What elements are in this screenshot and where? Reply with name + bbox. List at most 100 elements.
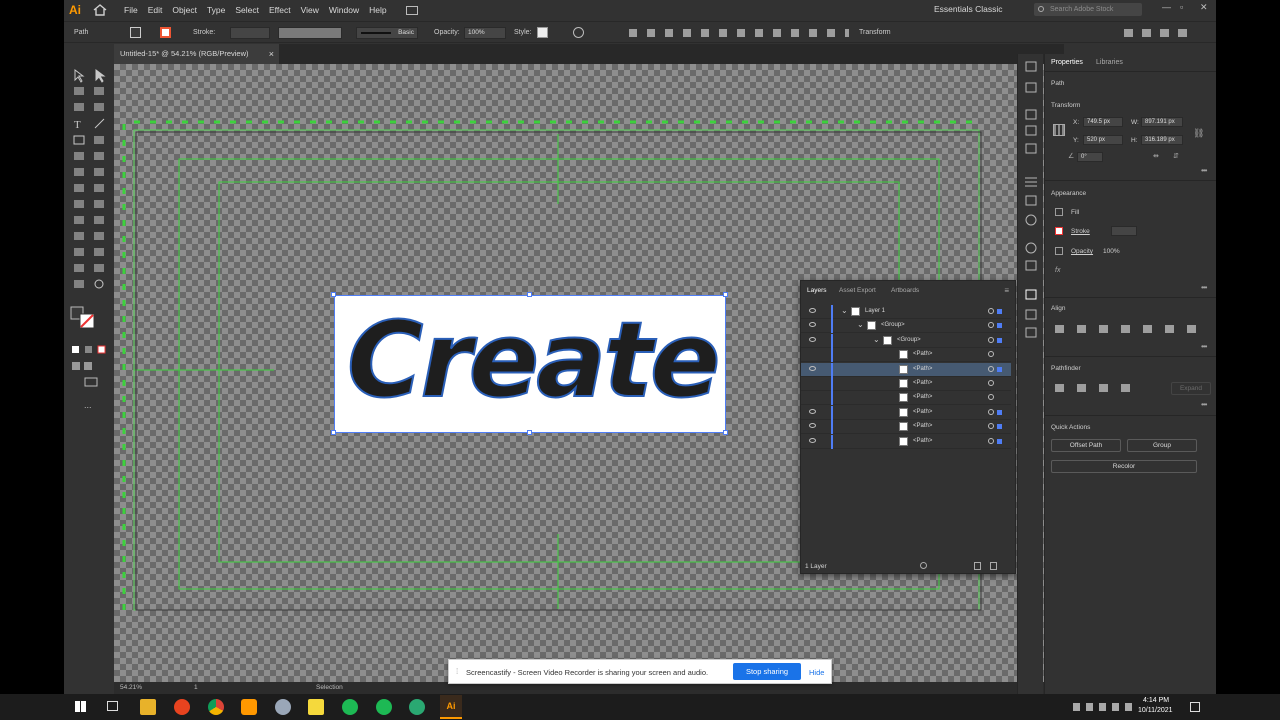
notification-icon[interactable] bbox=[1190, 702, 1200, 712]
layer-row[interactable]: <Path> bbox=[801, 405, 1011, 420]
selection-indicator[interactable] bbox=[997, 309, 1002, 314]
expand-chevron-icon[interactable]: ⌄ bbox=[841, 306, 848, 315]
tab-layers[interactable]: Layers bbox=[807, 287, 827, 294]
expand-chevron-icon[interactable]: ⌄ bbox=[857, 320, 864, 329]
close-tab-icon[interactable]: × bbox=[269, 44, 274, 64]
stroke-swatch-icon[interactable] bbox=[1055, 227, 1063, 235]
selection-indicator[interactable] bbox=[997, 323, 1002, 329]
expand-button[interactable]: Expand bbox=[1171, 382, 1211, 395]
menu-type[interactable]: Type bbox=[202, 5, 230, 15]
sublime-text-icon[interactable] bbox=[241, 699, 257, 715]
selection-indicator[interactable] bbox=[997, 337, 1002, 343]
clock-date[interactable]: 10/11/2021 bbox=[1138, 707, 1173, 714]
tab-properties[interactable]: Properties bbox=[1051, 59, 1083, 66]
visibility-eye-icon[interactable] bbox=[809, 308, 816, 313]
graphic-style-swatch[interactable] bbox=[537, 27, 548, 38]
target-circle-icon[interactable] bbox=[988, 322, 994, 329]
tab-asset-export[interactable]: Asset Export bbox=[839, 287, 876, 294]
layer-row[interactable]: ⌄ Layer 1 bbox=[801, 305, 1011, 319]
target-circle-icon[interactable] bbox=[988, 408, 994, 415]
y-field[interactable]: 520 px bbox=[1083, 135, 1123, 145]
h-field[interactable]: 316.189 px bbox=[1141, 135, 1183, 145]
more-options-icon[interactable]: ••• bbox=[1201, 400, 1207, 409]
bounding-handle[interactable] bbox=[723, 430, 728, 435]
target-circle-icon[interactable] bbox=[988, 394, 994, 401]
create-artwork-group[interactable]: Create bbox=[334, 295, 726, 433]
opacity-value[interactable]: 100% bbox=[1103, 248, 1120, 255]
align-buttons-group[interactable] bbox=[1055, 325, 1200, 333]
document-tab[interactable]: Untitled-15* @ 54.21% (RGB/Preview) × bbox=[114, 44, 279, 64]
offset-path-button[interactable]: Offset Path bbox=[1051, 439, 1121, 452]
maximize-icon[interactable]: ▫ bbox=[1180, 2, 1183, 12]
fill-swatch-icon[interactable] bbox=[1055, 208, 1063, 216]
target-circle-icon[interactable] bbox=[988, 308, 994, 314]
target-circle-icon[interactable] bbox=[988, 423, 994, 430]
windows-start-icon[interactable] bbox=[75, 701, 86, 712]
visibility-eye-icon[interactable] bbox=[809, 336, 816, 342]
recolor-button[interactable]: Recolor bbox=[1051, 460, 1197, 473]
minimize-icon[interactable]: — bbox=[1162, 2, 1171, 12]
stroke-weight-field[interactable] bbox=[1111, 226, 1137, 236]
menu-window[interactable]: Window bbox=[324, 5, 364, 15]
tools-icons[interactable]: T ... bbox=[64, 64, 114, 414]
locate-object-icon[interactable] bbox=[920, 562, 927, 569]
bounding-handle[interactable] bbox=[723, 292, 728, 297]
close-window-icon[interactable]: ✕ bbox=[1200, 2, 1208, 13]
home-icon[interactable] bbox=[93, 4, 107, 16]
stroke-weight-field[interactable] bbox=[230, 27, 270, 39]
visibility-eye-icon[interactable] bbox=[809, 423, 816, 429]
variable-width-field[interactable] bbox=[278, 27, 342, 39]
layer-row[interactable]: <Path> bbox=[801, 362, 1011, 377]
system-tray-icons[interactable] bbox=[1073, 703, 1133, 711]
stroke-label[interactable]: Stroke bbox=[1071, 228, 1090, 235]
app-icon[interactable] bbox=[275, 699, 291, 715]
more-options-icon[interactable]: ••• bbox=[1201, 342, 1207, 351]
rotation-field[interactable]: 0° bbox=[1077, 152, 1103, 162]
workspace-switcher[interactable]: Essentials Classic bbox=[934, 4, 1003, 14]
panel-menu-icon[interactable]: ≡ bbox=[1004, 286, 1009, 295]
menu-view[interactable]: View bbox=[296, 5, 324, 15]
w-field[interactable]: 897.191 px bbox=[1141, 117, 1183, 127]
clock-time[interactable]: 4:14 PM bbox=[1143, 697, 1169, 704]
brave-browser-icon[interactable] bbox=[174, 699, 190, 715]
more-options-icon[interactable]: ••• bbox=[1201, 166, 1207, 175]
bounding-handle[interactable] bbox=[527, 292, 532, 297]
layer-row[interactable]: <Path> bbox=[801, 391, 1011, 406]
opacity-label[interactable]: Opacity bbox=[1071, 248, 1093, 255]
spotify-icon[interactable] bbox=[342, 699, 358, 715]
selection-indicator[interactable] bbox=[997, 366, 1002, 372]
bounding-handle[interactable] bbox=[331, 292, 336, 297]
recolor-artwork-icon[interactable] bbox=[573, 27, 584, 38]
arrange-documents-icon[interactable] bbox=[405, 5, 418, 15]
x-field[interactable]: 749.5 px bbox=[1083, 117, 1123, 127]
target-circle-icon[interactable] bbox=[988, 380, 994, 386]
visibility-eye-icon[interactable] bbox=[809, 365, 816, 371]
search-stock-input[interactable]: Search Adobe Stock bbox=[1034, 3, 1142, 16]
bounding-handle[interactable] bbox=[331, 430, 336, 435]
zoom-level[interactable]: 54.21% bbox=[120, 684, 142, 691]
pathfinder-buttons-group[interactable] bbox=[1055, 384, 1135, 392]
layer-row[interactable]: ⌄ <Group> bbox=[801, 333, 1011, 348]
constrain-proportions-icon[interactable]: ⛓ bbox=[1193, 128, 1204, 139]
fill-swatch-icon[interactable] bbox=[130, 27, 141, 38]
menu-effect[interactable]: Effect bbox=[264, 5, 296, 15]
expand-chevron-icon[interactable]: ⌄ bbox=[873, 335, 880, 344]
flip-vertical-icon[interactable]: ⇵ bbox=[1173, 152, 1179, 160]
transform-link[interactable]: Transform bbox=[859, 29, 891, 36]
target-circle-icon[interactable] bbox=[988, 336, 994, 343]
chrome-icon[interactable] bbox=[208, 699, 224, 715]
selection-indicator[interactable] bbox=[997, 409, 1002, 415]
task-view-icon[interactable] bbox=[107, 701, 118, 711]
opacity-field[interactable]: 100% bbox=[464, 27, 506, 39]
layer-row[interactable]: <Path> bbox=[801, 377, 1011, 391]
more-options-icon[interactable]: ••• bbox=[1201, 283, 1207, 292]
selection-indicator[interactable] bbox=[997, 438, 1002, 444]
menu-edit[interactable]: Edit bbox=[143, 5, 168, 15]
file-explorer-icon[interactable] bbox=[140, 699, 156, 715]
hide-button[interactable]: Hide bbox=[809, 668, 824, 677]
right-control-icons[interactable] bbox=[1124, 29, 1194, 37]
app-icon[interactable] bbox=[409, 699, 425, 715]
drag-handle-icon[interactable]: ⁞ bbox=[456, 667, 458, 676]
menu-select[interactable]: Select bbox=[230, 5, 264, 15]
illustrator-taskbar-icon[interactable]: Ai bbox=[440, 695, 462, 719]
